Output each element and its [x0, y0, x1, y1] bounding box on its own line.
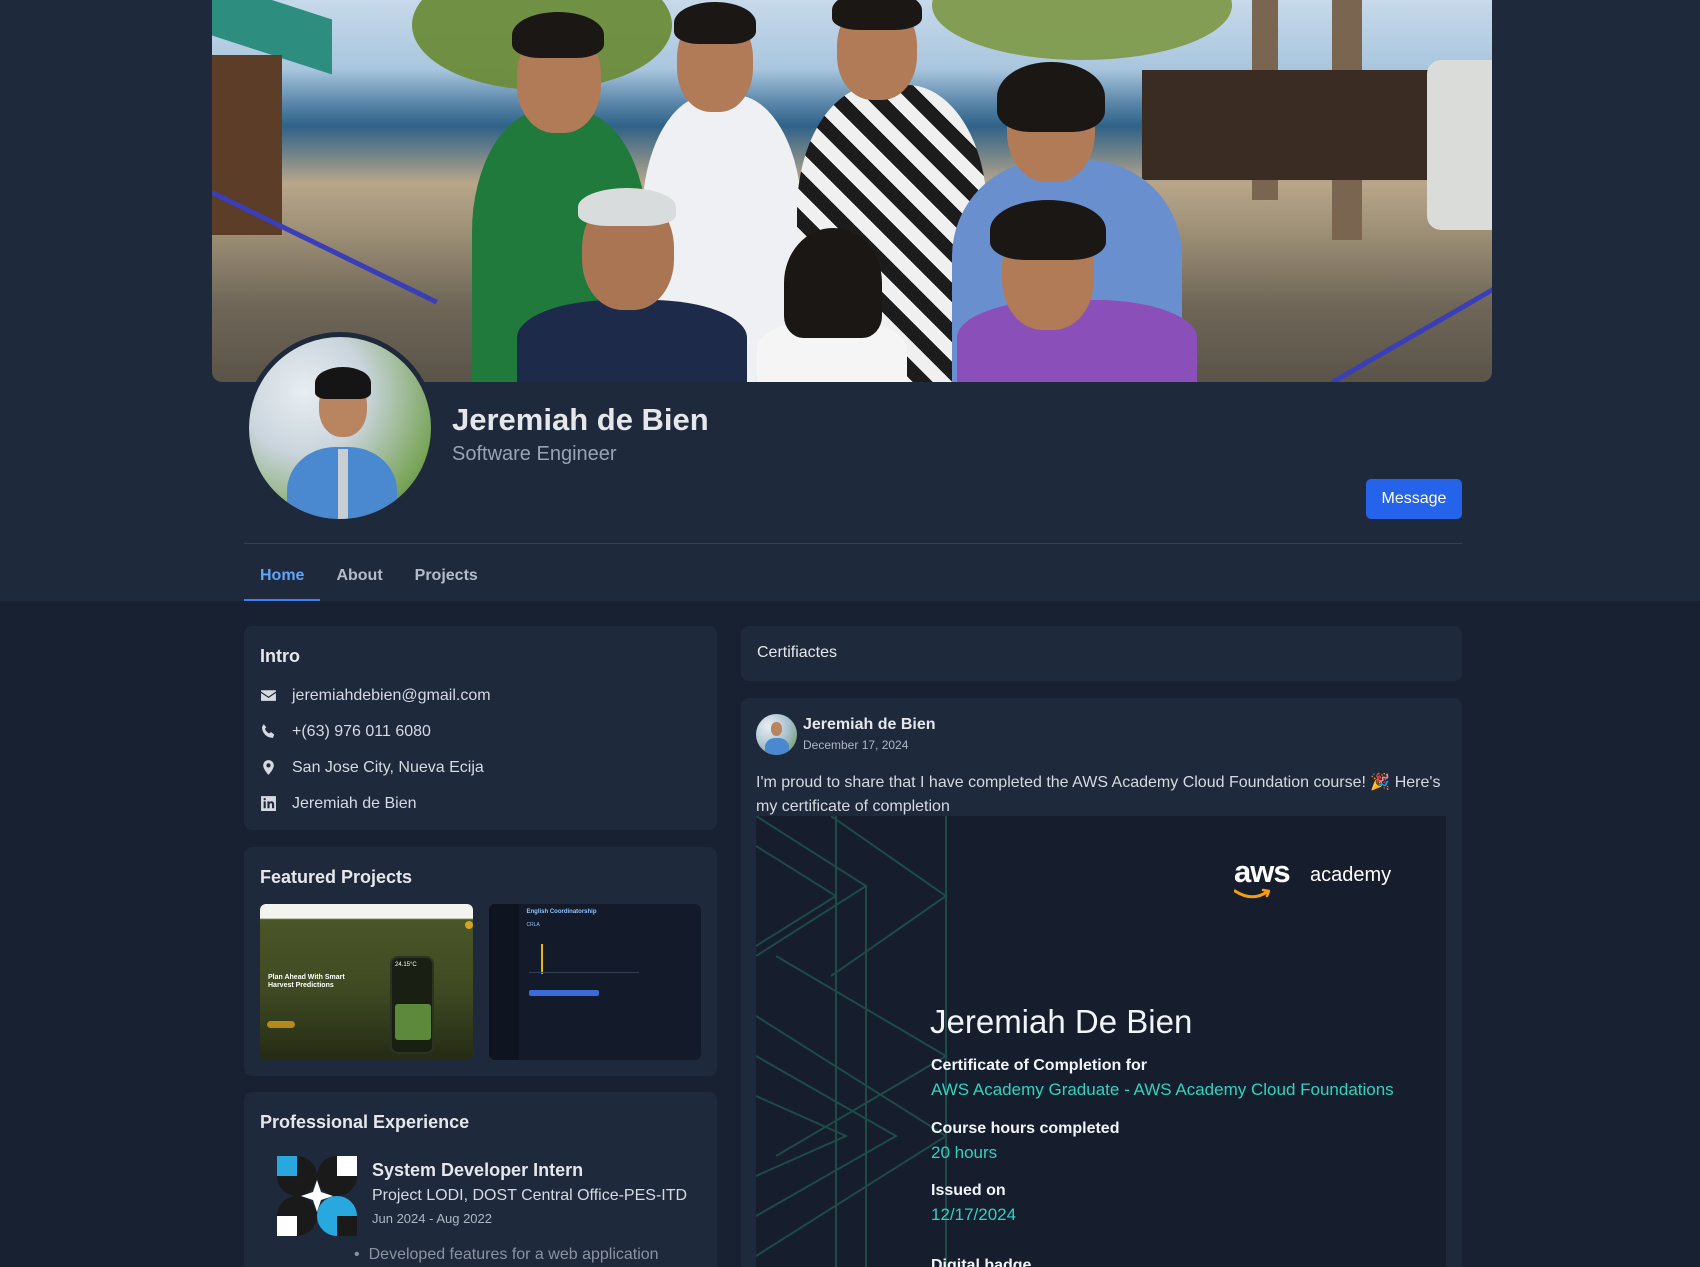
intro-location-text: San Jose City, Nueva Ecija — [292, 758, 484, 776]
profile-tabs: Home About Projects — [244, 560, 494, 601]
experience-card: Professional Experience System Developer… — [244, 1092, 717, 1267]
tab-home[interactable]: Home — [244, 560, 321, 601]
certificate-hours-label: Course hours completed — [931, 1120, 1120, 1137]
location-pin-icon — [263, 760, 274, 775]
featured-title: Featured Projects — [260, 867, 413, 887]
experience-title: Professional Experience — [260, 1112, 470, 1132]
project-thumbnail-heading: Plan Ahead With Smart Harvest Prediction… — [268, 974, 345, 989]
featured-projects-card: Featured Projects Plan Ahead With Smart … — [244, 847, 717, 1076]
experience-bullet: Developed features for a web application — [368, 1246, 702, 1264]
experience-bullet-text: Developed features for a web application — [368, 1246, 659, 1263]
certificate-completion-label: Certificate of Completion for — [931, 1057, 1148, 1074]
profile-avatar[interactable] — [244, 332, 436, 524]
intro-phone[interactable]: +(63) 976 011 6080 — [260, 721, 701, 742]
cover-photo — [212, 0, 1492, 382]
project-thumbnail-cta — [267, 1021, 295, 1028]
post-date: December 17, 2024 — [803, 738, 909, 752]
phone-mockup-temp: 24.15°C — [395, 962, 417, 968]
intro-email[interactable]: jeremiahdebien@gmail.com — [260, 685, 701, 706]
profile-role: Software Engineer — [452, 443, 617, 465]
certificate-image[interactable]: aws academy Jeremiah De Bien Certificate… — [756, 816, 1446, 1267]
certificates-header: Certifiactes — [741, 626, 1462, 681]
phone-mockup: 24.15°C — [390, 956, 434, 1054]
intro-card: Intro jeremiahdebien@gmail.com +(63) 976… — [244, 626, 717, 830]
aws-academy-logo: aws academy — [1234, 854, 1391, 899]
project-thumbnail-harvest[interactable]: Plan Ahead With Smart Harvest Prediction… — [260, 904, 473, 1060]
tab-about[interactable]: About — [320, 560, 398, 601]
profile-name: Jeremiah de Bien — [452, 402, 709, 437]
intro-title: Intro — [260, 646, 300, 666]
intro-location: San Jose City, Nueva Ecija — [260, 757, 701, 778]
phone-icon — [262, 724, 275, 738]
envelope-icon — [261, 690, 276, 701]
project-thumbnail-sub: CRLA — [526, 922, 540, 928]
experience-org: Project LODI, DOST Central Office-PES-IT… — [372, 1187, 688, 1204]
amazon-smile-icon — [1234, 888, 1270, 899]
intro-linkedin[interactable]: Jeremiah de Bien — [260, 793, 701, 814]
certificate-issued-label: Issued on — [931, 1182, 1006, 1199]
certificate-post: Jeremiah de Bien December 17, 2024 I'm p… — [741, 698, 1462, 1267]
intro-phone-text: +(63) 976 011 6080 — [292, 722, 431, 740]
intro-email-text: jeremiahdebien@gmail.com — [292, 686, 491, 704]
project-thumbnail-coordinatorship[interactable]: English Coordinatorship CRLA — [488, 904, 701, 1060]
tab-projects[interactable]: Projects — [399, 560, 494, 601]
intro-linkedin-text: Jeremiah de Bien — [292, 794, 417, 812]
certificate-hours: 20 hours — [931, 1143, 998, 1162]
certificate-recipient: Jeremiah De Bien — [930, 1003, 1193, 1040]
linkedin-icon — [261, 796, 276, 811]
certificate-issued-date: 12/17/2024 — [931, 1205, 1017, 1224]
aws-academy-text: academy — [1310, 864, 1392, 886]
post-author-name[interactable]: Jeremiah de Bien — [803, 716, 936, 734]
certificate-course: AWS Academy Graduate - AWS Academy Cloud… — [931, 1080, 1394, 1099]
certificate-badge-label: Digital badge — [931, 1257, 1032, 1267]
post-text: I'm proud to share that I have completed… — [756, 774, 1441, 815]
experience-dates: Jun 2024 - Aug 2022 — [372, 1211, 492, 1226]
project-thumbnail-heading-2: English Coordinatorship — [526, 909, 597, 915]
experience-role: System Developer Intern — [372, 1160, 584, 1180]
dost-logo-icon — [276, 1155, 358, 1237]
post-author-avatar[interactable] — [756, 714, 797, 755]
header-divider — [244, 543, 1462, 544]
aws-wordmark: aws — [1234, 854, 1291, 889]
message-button[interactable]: Message — [1366, 479, 1462, 519]
